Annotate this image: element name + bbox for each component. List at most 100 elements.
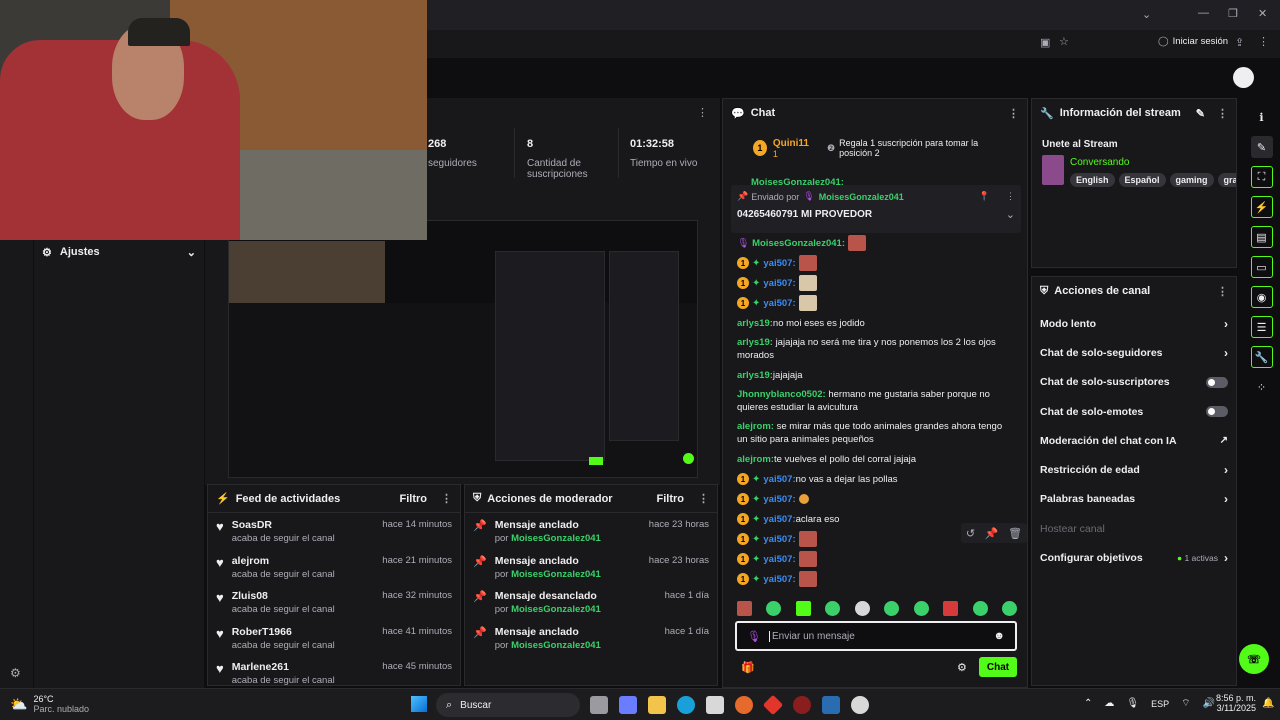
feed-filter-button[interactable]: Filtro xyxy=(400,493,428,505)
mod-action-user[interactable]: MoisesGonzalez041 xyxy=(511,640,601,651)
minimize-icon[interactable]: — xyxy=(1198,7,1209,19)
chat-message[interactable]: 🎙 MoisesGonzalez041: xyxy=(731,233,1021,253)
chat-input[interactable]: 🎙 Enviar un mensaje ☻ xyxy=(735,621,1017,651)
channel-action-item[interactable]: Chat de solo-suscriptores xyxy=(1032,368,1236,397)
star-icon[interactable]: ☆ xyxy=(1059,35,1069,48)
chat-username[interactable]: MoisesGonzalez041: xyxy=(752,238,845,249)
app-icon[interactable] xyxy=(793,696,811,714)
chat-username[interactable]: alejrom: xyxy=(737,454,774,465)
weather-widget[interactable]: ⛅ 26°C Parc. nublado xyxy=(10,694,89,714)
chat-message[interactable]: 1 ✦ yai507: xyxy=(731,569,1021,589)
copilot-icon[interactable] xyxy=(619,696,637,714)
feed-item-name[interactable]: SoasDR xyxy=(232,519,335,531)
mic-icon[interactable]: 🎙 xyxy=(1126,698,1139,709)
channel-action-item[interactable]: Palabras baneadas › xyxy=(1032,485,1236,514)
chat-username[interactable]: yai507: xyxy=(763,554,795,565)
feed-item-name[interactable]: Marlene261 xyxy=(232,661,335,673)
emote-icon[interactable] xyxy=(795,600,811,616)
more-icon[interactable]: ⋮ xyxy=(1258,35,1269,48)
emote-icon[interactable] xyxy=(1001,600,1017,616)
more-icon[interactable]: ⋮ xyxy=(441,492,452,505)
more-icon[interactable]: ⋮ xyxy=(697,106,708,119)
channel-action-item[interactable]: Modo lento › xyxy=(1032,309,1236,338)
feed-item[interactable]: ♥ RoberT1966 acaba de seguir el canal hace … xyxy=(208,622,460,658)
info-icon[interactable]: ℹ xyxy=(1251,106,1273,128)
emote-icon[interactable] xyxy=(825,600,841,616)
toggle-switch[interactable] xyxy=(1206,406,1228,418)
top-gifter[interactable]: Quini11 1 xyxy=(773,138,809,159)
channel-action-item[interactable]: Chat de solo-seguidores › xyxy=(1032,338,1236,367)
chat-username[interactable]: arlys19: xyxy=(737,318,773,329)
channel-action-item[interactable]: Chat de solo-emotes xyxy=(1032,397,1236,426)
broadcast-icon[interactable]: ◉ xyxy=(1250,286,1273,308)
chat-username[interactable]: yai507: xyxy=(763,298,795,309)
wifi-icon[interactable]: ⌔ xyxy=(1181,697,1190,710)
share-icon[interactable]: ⇪ xyxy=(1235,36,1244,49)
task-view-icon[interactable] xyxy=(590,696,608,714)
channel-action-item[interactable]: Configurar objetivos ● 1 activas › xyxy=(1032,543,1236,572)
chat-message[interactable]: 1 ✦ yai507: xyxy=(731,253,1021,273)
avatar[interactable] xyxy=(1233,67,1254,88)
chat-username[interactable]: yai507: xyxy=(763,494,795,505)
notification-icon[interactable]: 🔔 xyxy=(1262,698,1274,709)
chat-message[interactable]: Jhonnyblanco0502: hermano me gustaria sa… xyxy=(731,385,1021,417)
gear-icon[interactable]: ⚙ xyxy=(10,666,21,680)
folder-icon[interactable] xyxy=(648,696,666,714)
layout-icon[interactable]: ☰ xyxy=(1250,316,1273,338)
chat-message[interactable]: arlys19: no moi eses es jodido xyxy=(731,313,1021,333)
obs-icon[interactable] xyxy=(851,696,869,714)
feed-item-name[interactable]: Zluis08 xyxy=(232,590,335,602)
chat-username[interactable]: arlys19: xyxy=(737,370,773,381)
feed-item[interactable]: ♥ Zluis08 acaba de seguir el canal hace 32 … xyxy=(208,586,460,622)
mod-action-item[interactable]: 📌 Mensaje anclado por MoisesGonzalez041 hac… xyxy=(465,551,717,587)
feed-item[interactable]: ♥ alejrom acaba de seguir el canal hace 21 … xyxy=(208,551,460,587)
pinned-message[interactable]: 📌 Enviado por 🎙 MoisesGonzalez041 📍 ⋮ 04… xyxy=(731,185,1021,233)
language-indicator[interactable]: ESP xyxy=(1151,699,1169,709)
store-icon[interactable] xyxy=(706,696,724,714)
chat-username[interactable]: yai507: xyxy=(763,534,795,545)
pencil-icon[interactable]: ✎ xyxy=(1196,107,1205,120)
mod-action-item[interactable]: 📌 Mensaje anclado por MoisesGonzalez041 hac… xyxy=(465,622,717,658)
mod-action-item[interactable]: 📌 Mensaje desanclado por MoisesGonzalez041… xyxy=(465,586,717,622)
app-icon[interactable] xyxy=(762,694,784,716)
more-icon[interactable]: ⋮ xyxy=(698,492,709,505)
pin-icon[interactable]: 📌 xyxy=(985,527,999,540)
chevron-down-icon[interactable]: ⌄ xyxy=(1142,8,1151,21)
chat-username[interactable]: yai507: xyxy=(763,514,795,525)
chat-message[interactable]: arlys19: jajajaja no será me tira y nos … xyxy=(731,333,1021,365)
chat-username[interactable]: alejrom: xyxy=(737,421,774,432)
emoji-icon[interactable]: ☻ xyxy=(993,630,1005,642)
close-icon[interactable]: ✕ xyxy=(1258,7,1267,20)
maximize-icon[interactable]: ❐ xyxy=(1228,7,1238,20)
stream-preview[interactable] xyxy=(228,220,698,478)
screen-share-icon[interactable]: ▣ xyxy=(1040,36,1050,49)
stream-category[interactable]: Conversando xyxy=(1070,157,1129,168)
start-button[interactable] xyxy=(411,696,427,712)
mod-action-user[interactable]: MoisesGonzalez041 xyxy=(511,533,601,544)
chat-message[interactable]: alejrom: te vuelves el pollo del corral … xyxy=(731,449,1021,469)
bolt-icon[interactable]: ⚡ xyxy=(1250,196,1273,218)
tag-chip[interactable]: Español xyxy=(1118,173,1166,187)
mod-action-user[interactable]: MoisesGonzalez041 xyxy=(511,569,601,580)
chat-message[interactable]: 1 ✦ yai507: xyxy=(731,293,1021,313)
emote-icon[interactable] xyxy=(884,600,900,616)
chat-message[interactable]: alejrom: se mirar más que todo animales … xyxy=(731,417,1021,449)
chat-username[interactable]: yai507: xyxy=(763,574,795,585)
emote-icon[interactable] xyxy=(943,600,959,616)
gift-box-icon[interactable]: 🎁 xyxy=(741,661,755,674)
reply-icon[interactable]: ↺ xyxy=(966,527,975,540)
chat-username[interactable]: yai507: xyxy=(763,278,795,289)
feed-item[interactable]: ♥ SoasDR acaba de seguir el canal hace 14 m… xyxy=(208,515,460,551)
trash-icon[interactable]: 🗑 xyxy=(1008,527,1022,540)
chat-message[interactable]: 1 ✦ yai507: xyxy=(731,549,1021,569)
edge-icon[interactable] xyxy=(677,696,695,714)
tag-chip[interactable]: English xyxy=(1070,173,1115,187)
emote-icon[interactable] xyxy=(854,600,870,616)
send-chat-button[interactable]: Chat xyxy=(979,657,1017,677)
crop-icon[interactable]: ⛶ xyxy=(1250,166,1273,188)
settings-header[interactable]: ⚙ Ajustes ⌄ xyxy=(34,238,204,266)
help-button[interactable]: ☏ xyxy=(1239,644,1269,674)
emote-icon[interactable] xyxy=(766,600,782,616)
chevron-up-icon[interactable]: ⌃ xyxy=(1084,698,1092,709)
steam-icon[interactable] xyxy=(822,696,840,714)
